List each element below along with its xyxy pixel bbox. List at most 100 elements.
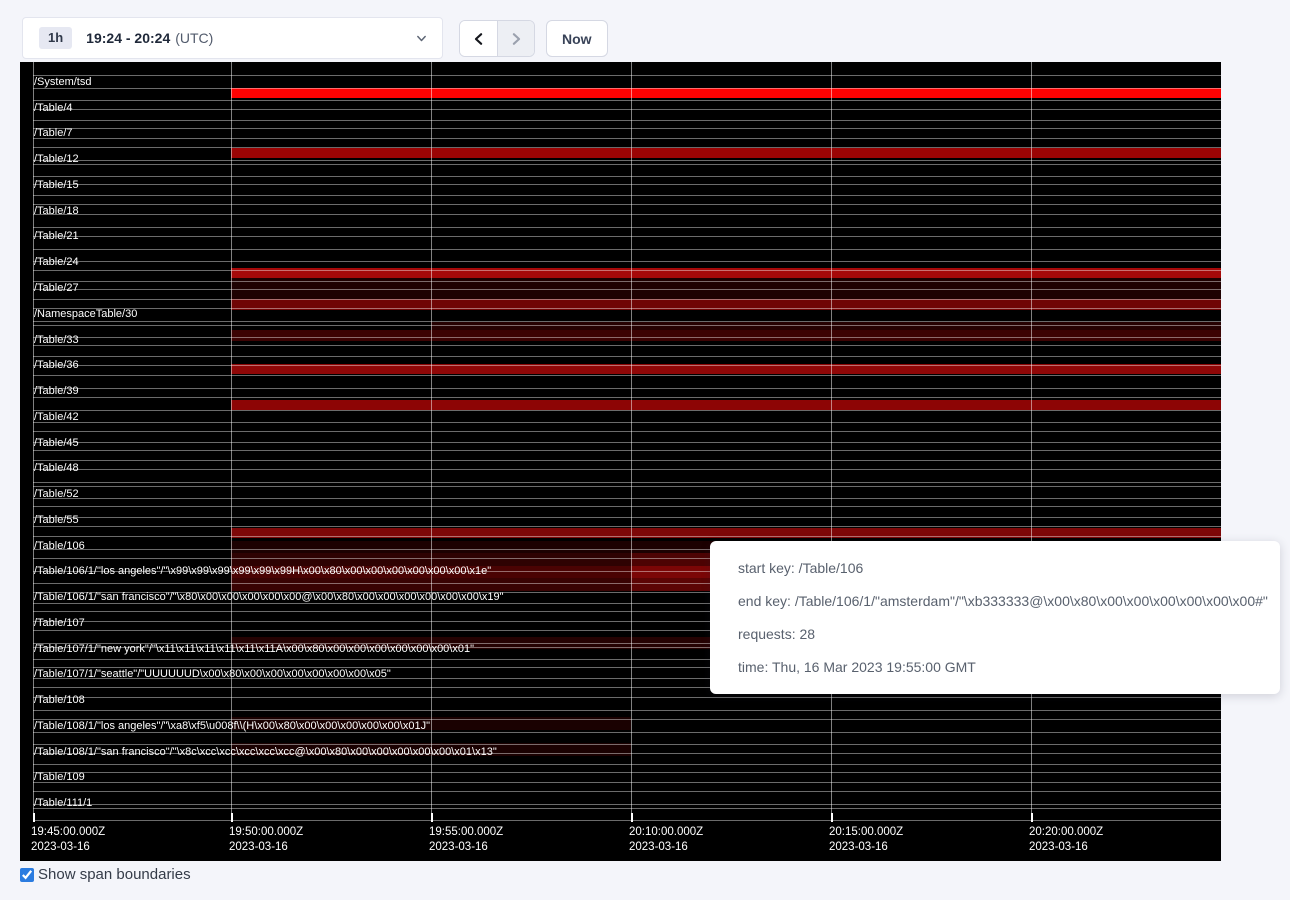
heatmap-row-label: /Table/27 bbox=[34, 283, 79, 294]
show-span-boundaries-checkbox[interactable] bbox=[20, 868, 34, 882]
span-boundary-line bbox=[33, 410, 1221, 411]
heatmap-row-label: /Table/12 bbox=[34, 154, 79, 165]
span-boundary-line bbox=[33, 744, 1221, 745]
span-boundary-line bbox=[33, 804, 1221, 805]
span-boundary-line bbox=[33, 321, 1221, 322]
span-boundary-line bbox=[33, 176, 1221, 177]
heatmap-row-label: /Table/106 bbox=[34, 541, 85, 552]
span-boundary-line bbox=[33, 270, 1221, 271]
heatmap-row-label: /Table/107 bbox=[34, 618, 85, 629]
time-gridline bbox=[1031, 62, 1032, 822]
time-tick bbox=[1031, 813, 1033, 822]
heatmap-row-label: /Table/109 bbox=[34, 772, 85, 783]
span-boundary-line bbox=[33, 325, 1221, 326]
chevron-left-icon bbox=[472, 31, 486, 47]
span-boundary-line bbox=[33, 732, 1221, 733]
prev-range-button[interactable] bbox=[460, 21, 497, 56]
span-boundary-line bbox=[33, 128, 1221, 129]
heatmap-row-label: /Table/39 bbox=[34, 386, 79, 397]
span-boundary-line bbox=[33, 100, 1221, 101]
heatmap-row-label: /Table/42 bbox=[34, 412, 79, 423]
span-boundary-line bbox=[33, 249, 1221, 250]
span-boundary-line bbox=[33, 214, 1221, 215]
key-visualizer-heatmap[interactable]: /System/tsd/Table/4/Table/7/Table/12/Tab… bbox=[20, 62, 1221, 861]
time-range-zone: (UTC) bbox=[175, 30, 213, 46]
heatmap-row-label: /Table/55 bbox=[34, 515, 79, 526]
next-range-button[interactable] bbox=[497, 21, 534, 56]
tooltip-line: time: Thu, 16 Mar 2023 19:55:00 GMT bbox=[738, 651, 1252, 684]
heatmap-row-label: /Table/48 bbox=[34, 463, 79, 474]
heatmap-row-label: /Table/4 bbox=[34, 103, 73, 114]
span-tooltip: start key: /Table/106end key: /Table/106… bbox=[710, 541, 1280, 694]
span-boundary-line bbox=[33, 75, 1221, 76]
axis-time-label: 20:15:00.000Z2023-03-16 bbox=[829, 825, 903, 855]
span-boundary-line bbox=[33, 375, 1221, 376]
span-boundary-line bbox=[33, 782, 1221, 783]
time-tick bbox=[631, 813, 633, 822]
heatmap-row-label: /Table/106/1/"los angeles"/"\x99\x99\x99… bbox=[34, 566, 491, 577]
time-gridline bbox=[231, 62, 232, 822]
span-boundary-line bbox=[33, 88, 1221, 89]
span-boundary-line bbox=[33, 147, 1221, 148]
span-boundary-line bbox=[33, 289, 1221, 290]
tooltip-line: start key: /Table/106 bbox=[738, 552, 1252, 585]
heatmap-band[interactable] bbox=[231, 330, 1221, 341]
span-boundary-line bbox=[33, 486, 1221, 487]
heatmap-canvas[interactable]: /System/tsd/Table/4/Table/7/Table/12/Tab… bbox=[20, 62, 1221, 822]
heatmap-row-label: /NamespaceTable/30 bbox=[34, 309, 137, 320]
heatmap-band[interactable] bbox=[231, 88, 1221, 98]
tooltip-line: requests: 28 bbox=[738, 618, 1252, 651]
heatmap-row-label: /Table/33 bbox=[34, 335, 79, 346]
heatmap-row-label: /Table/108/1/"los angeles"/"\xa8\xf5\u00… bbox=[34, 721, 430, 732]
footer: Show span boundaries bbox=[20, 866, 191, 883]
heatmap-band[interactable] bbox=[231, 148, 1221, 158]
span-boundary-line bbox=[33, 120, 1221, 121]
span-boundary-line bbox=[33, 517, 1221, 518]
show-span-boundaries-label[interactable]: Show span boundaries bbox=[38, 866, 191, 883]
heatmap-band[interactable] bbox=[231, 400, 1221, 410]
heatmap-row-label: /Table/24 bbox=[34, 257, 79, 268]
time-range-dropdown[interactable]: 1h 19:24 - 20:24 (UTC) bbox=[22, 17, 443, 59]
heatmap-row-label: /Table/107/1/"seattle"/"UUUUUUD\x00\x80\… bbox=[34, 669, 391, 680]
span-boundary-line bbox=[33, 365, 1221, 366]
time-gridline bbox=[831, 62, 832, 822]
span-boundary-line bbox=[33, 337, 1221, 338]
time-tick bbox=[231, 813, 233, 822]
span-boundary-line bbox=[33, 422, 1221, 423]
heatmap-row-label: /Table/108 bbox=[34, 695, 85, 706]
span-boundary-line bbox=[33, 138, 1221, 139]
heatmap-row-label: /Table/45 bbox=[34, 438, 79, 449]
heatmap-row-label: /Table/36 bbox=[34, 360, 79, 371]
time-tick bbox=[431, 813, 433, 822]
time-gridline bbox=[631, 62, 632, 822]
span-boundary-line bbox=[33, 345, 1221, 346]
span-boundary-line bbox=[33, 808, 1221, 809]
heatmap-row-label: /Table/15 bbox=[34, 180, 79, 191]
span-boundary-line bbox=[33, 164, 1221, 165]
time-tick bbox=[831, 813, 833, 822]
span-boundary-line bbox=[33, 469, 1221, 470]
time-range-duration-badge: 1h bbox=[39, 27, 72, 49]
heatmap-time-axis: 19:45:00.000Z2023-03-1619:50:00.000Z2023… bbox=[20, 822, 1221, 861]
heatmap-band[interactable] bbox=[431, 322, 1221, 330]
axis-time-label: 19:45:00.000Z2023-03-16 bbox=[31, 825, 105, 855]
time-range-text: 19:24 - 20:24 bbox=[86, 30, 170, 46]
span-boundary-line bbox=[33, 764, 1221, 765]
heatmap-row-label: /Table/106/1/"san francisco"/"\x80\x00\x… bbox=[34, 592, 504, 603]
span-boundary-line bbox=[33, 236, 1221, 237]
span-boundary-line bbox=[33, 791, 1221, 792]
toolbar: 1h 19:24 - 20:24 (UTC) Now bbox=[0, 0, 1290, 62]
span-boundary-line bbox=[33, 388, 1221, 389]
span-boundary-line bbox=[33, 397, 1221, 398]
now-button[interactable]: Now bbox=[546, 20, 608, 57]
span-boundary-line bbox=[33, 498, 1221, 499]
axis-time-label: 20:20:00.000Z2023-03-16 bbox=[1029, 825, 1103, 855]
span-boundary-line bbox=[33, 204, 1221, 205]
span-boundary-line bbox=[33, 536, 1221, 537]
heatmap-row-label: /System/tsd bbox=[34, 77, 91, 88]
span-boundary-line bbox=[33, 160, 1221, 161]
span-boundary-line bbox=[33, 308, 1221, 309]
heatmap-row-label: /Table/107/1/"new york"/"\x11\x11\x11\x1… bbox=[34, 644, 474, 655]
span-boundary-line bbox=[33, 450, 1221, 451]
span-boundary-line bbox=[33, 442, 1221, 443]
